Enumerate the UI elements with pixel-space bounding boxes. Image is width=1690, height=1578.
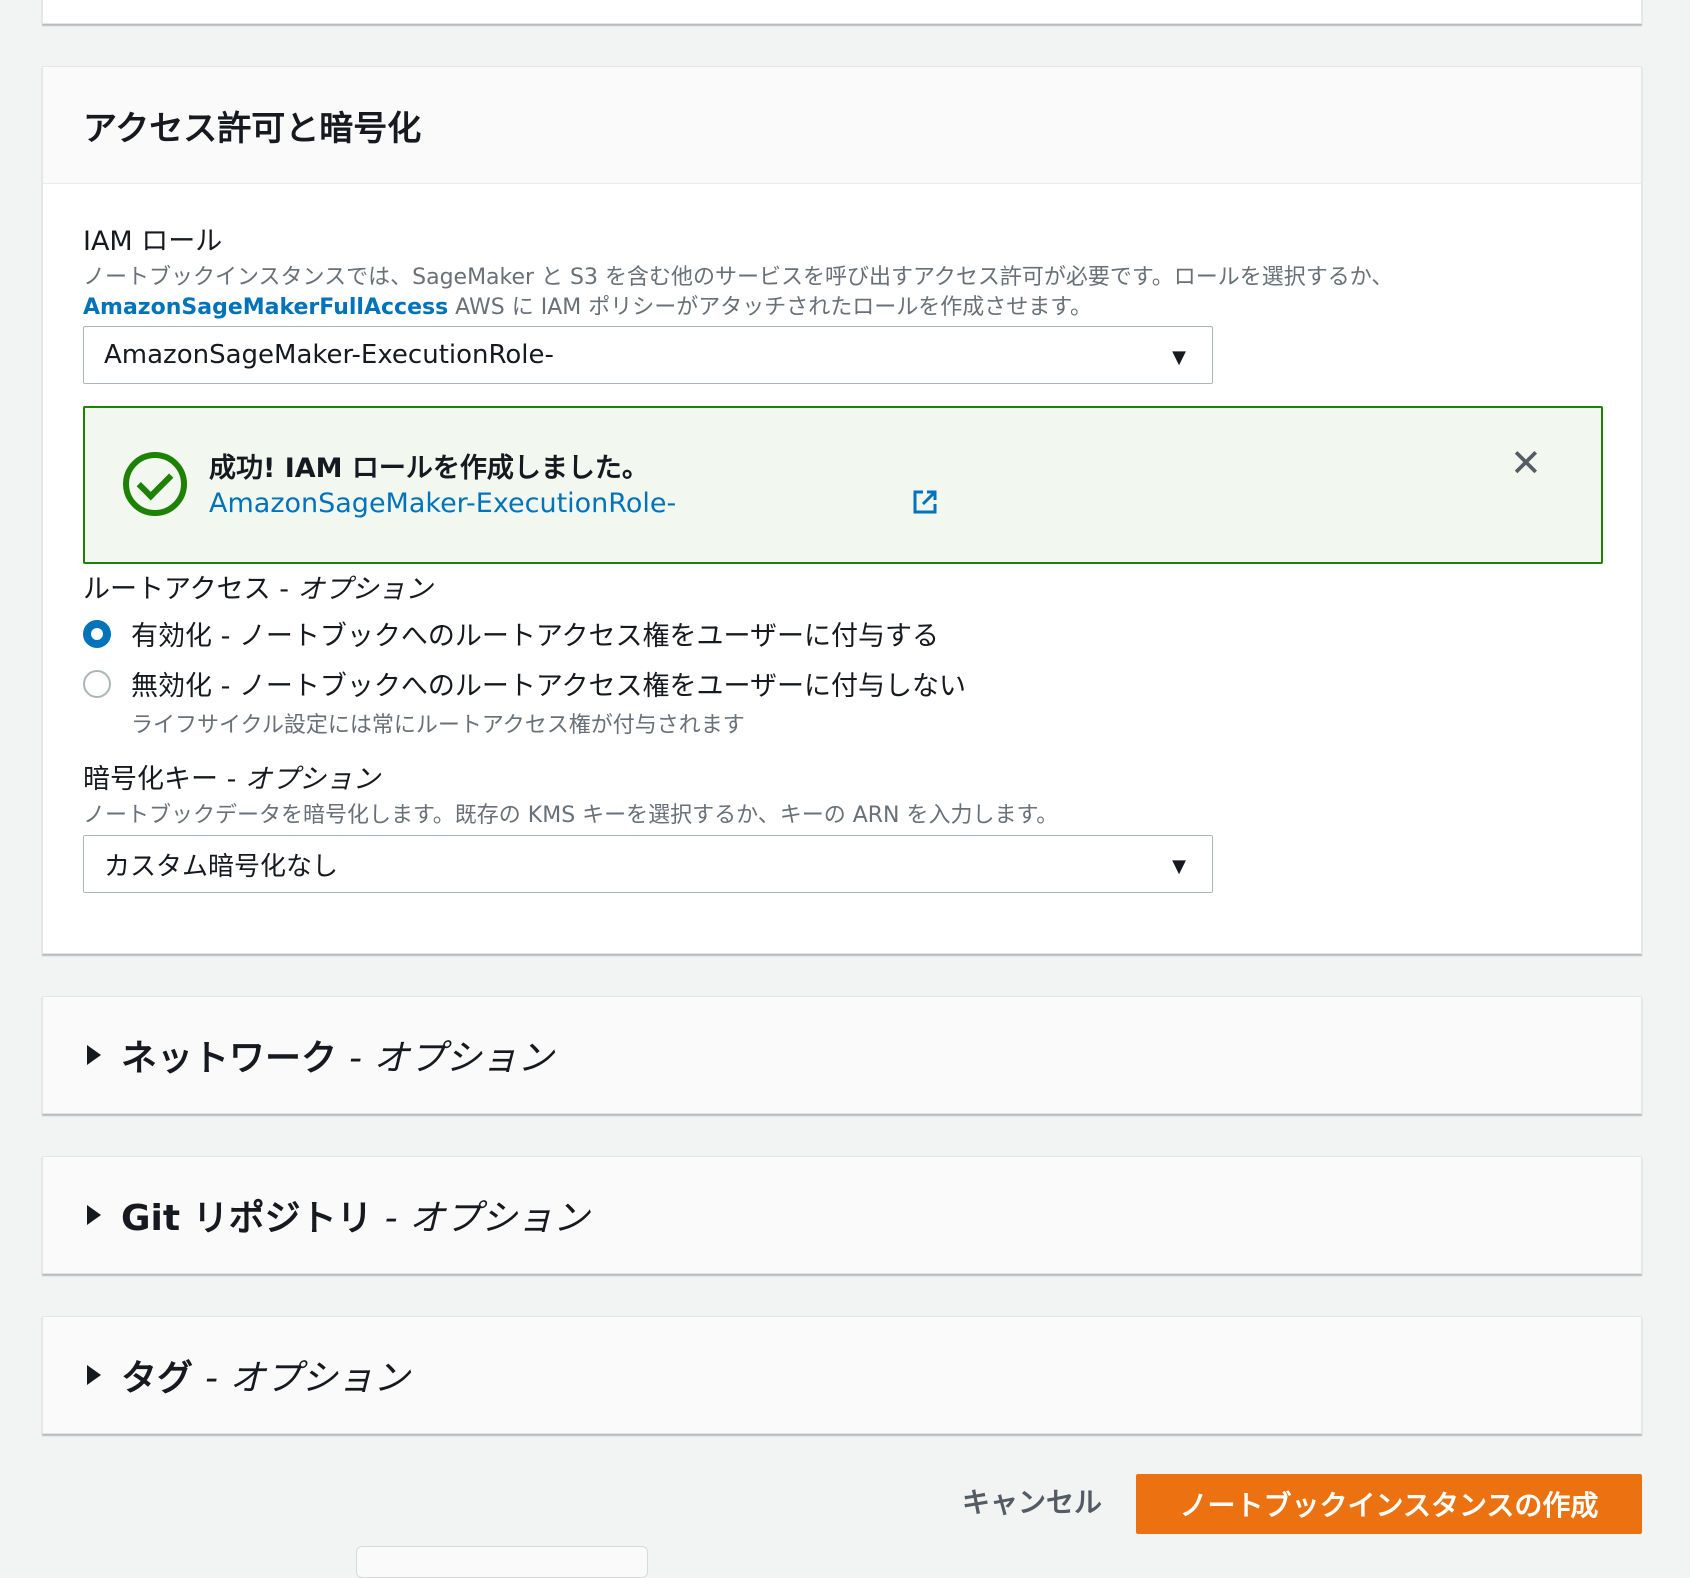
caret-down-icon: ▼ [1172,856,1186,877]
radio-unchecked-icon[interactable] [83,669,111,698]
root-access-label: ルートアクセス - オプション [83,567,433,606]
encryption-optional: オプション [244,764,380,795]
created-role-link[interactable]: AmazonSageMaker-ExecutionRole- [209,488,676,519]
network-header[interactable]: ネットワーク - オプション [43,997,1641,1113]
git-repository-section[interactable]: Git リポジトリ - オプション [42,1156,1642,1274]
git-header[interactable]: Git リポジトリ - オプション [43,1157,1641,1273]
network-title: ネットワーク [121,1038,338,1079]
caret-right-icon [87,1205,101,1225]
iam-role-description: ノートブックインスタンスでは、SageMaker と S3 を含む他のサービスを… [83,265,1394,290]
iam-role-selected-value: AmazonSageMaker-ExecutionRole- [104,340,554,370]
create-notebook-instance-button[interactable]: ノートブックインスタンスの作成 [1136,1474,1642,1534]
root-access-label-text: ルートアクセス - [83,574,298,605]
encryption-label-text: 暗号化キー - [83,764,245,795]
network-section[interactable]: ネットワーク - オプション [42,996,1642,1114]
radio-enable-root[interactable]: 有効化 - ノートブックへのルートアクセス権をユーザーに付与する [83,614,939,653]
radio-enable-label: 有効化 - ノートブックへのルートアクセス権をユーザーに付与する [131,621,940,652]
encryption-key-select[interactable]: カスタム暗号化なし ▼ [83,835,1213,893]
external-link-icon[interactable] [911,488,939,516]
encryption-description: ノートブックデータを暗号化します。既存の KMS キーを選択するか、キーの AR… [83,803,1059,828]
iam-role-label: IAM ロール [83,226,223,257]
caret-down-icon: ▼ [1172,347,1186,368]
section-title: アクセス許可と暗号化 [83,108,422,149]
previous-panel [42,0,1642,24]
iam-role-select[interactable]: AmazonSageMaker-ExecutionRole- ▼ [83,326,1213,384]
success-flash: 成功! IAM ロールを作成しました。 AmazonSageMaker-Exec… [83,406,1603,564]
encryption-key-label: 暗号化キー - オプション [83,757,380,796]
close-icon[interactable]: ✕ [1510,444,1542,482]
git-title: Git リポジトリ [121,1198,373,1239]
radio-disable-label: 無効化 - ノートブックへのルートアクセス権をユーザーに付与しない [131,671,967,702]
cancel-button[interactable]: キャンセル [956,1480,1108,1522]
radio-disable-root[interactable]: 無効化 - ノートブックへのルートアクセス権をユーザーに付与しない [83,664,966,703]
bottom-element [356,1546,648,1578]
flash-title: 成功! IAM ロールを作成しました。 [209,453,649,484]
radio-checked-icon[interactable] [83,619,111,648]
tags-header[interactable]: タグ - オプション [43,1317,1641,1433]
root-access-note: ライフサイクル設定には常にルートアクセス権が付与されます [131,713,745,738]
encryption-selected-value: カスタム暗号化なし [104,851,339,882]
tags-section[interactable]: タグ - オプション [42,1316,1642,1434]
permissions-encryption-panel: アクセス許可と暗号化 IAM ロール ノートブックインスタンスでは、SageMa… [42,66,1642,954]
iam-role-description-rest: AWS に IAM ポリシーがアタッチされたロールを作成させます。 [448,295,1093,320]
root-access-optional: オプション [297,574,433,605]
caret-right-icon [87,1045,101,1065]
full-access-link[interactable]: AmazonSageMakerFullAccess [83,295,448,320]
iam-role-description-2: AmazonSageMakerFullAccess AWS に IAM ポリシー… [83,289,1092,321]
git-optional: - オプション [384,1198,590,1239]
tags-title: タグ [121,1358,194,1399]
panel-header: アクセス許可と暗号化 [43,67,1641,184]
network-optional: - オプション [349,1038,554,1079]
check-circle-icon [123,452,187,516]
tags-optional: - オプション [205,1358,410,1399]
caret-right-icon [87,1365,101,1385]
